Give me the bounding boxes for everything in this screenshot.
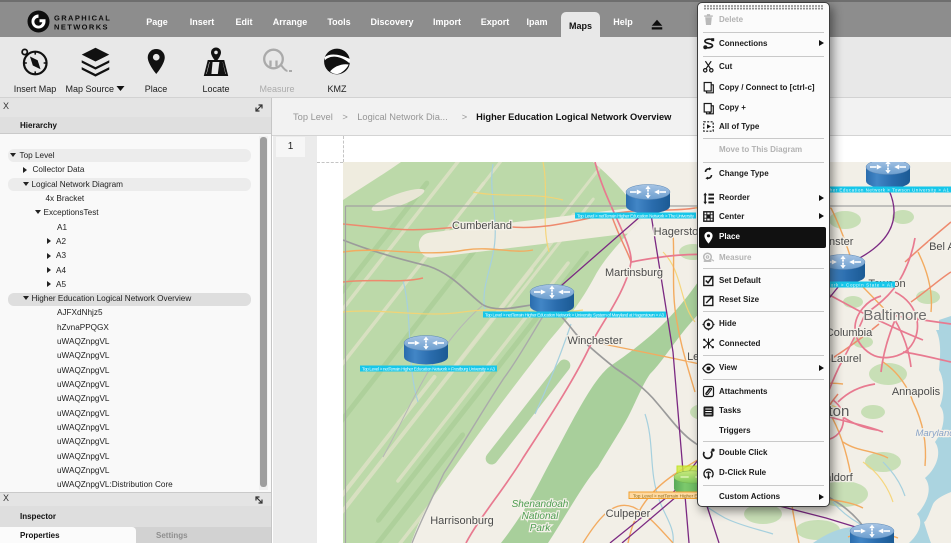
svg-text:Martinsburg: Martinsburg	[605, 267, 663, 279]
svg-text:Columbia: Columbia	[826, 327, 873, 339]
svg-text:NETWORKS: NETWORKS	[54, 23, 109, 32]
svg-text:Laurel: Laurel	[831, 353, 862, 365]
svg-text:Top Level > netTerrain Higher: Top Level > netTerrain Higher Education …	[485, 312, 664, 317]
svg-text:Park: Park	[530, 523, 552, 534]
svg-text:Top Level > netTerrain Higher: Top Level > netTerrain Higher Education …	[362, 366, 495, 371]
svg-text:Maryland: Maryland	[915, 428, 951, 439]
svg-text:National: National	[522, 511, 559, 522]
svg-text:Culpeper: Culpeper	[606, 508, 651, 520]
svg-text:Harrisonburg: Harrisonburg	[430, 515, 494, 527]
svg-text:Baltimore: Baltimore	[863, 307, 926, 324]
svg-text:Top Level > netTerrain Higher: Top Level > netTerrain Higher Education …	[577, 213, 695, 218]
svg-text:Cumberland: Cumberland	[452, 220, 512, 232]
svg-text:GRAPHICAL: GRAPHICAL	[54, 14, 111, 23]
svg-text:Bel Air: Bel Air	[929, 241, 951, 253]
svg-text:Shenandoah: Shenandoah	[512, 499, 569, 510]
svg-text:Annapolis: Annapolis	[892, 386, 941, 398]
svg-text:Winchester: Winchester	[567, 335, 622, 347]
